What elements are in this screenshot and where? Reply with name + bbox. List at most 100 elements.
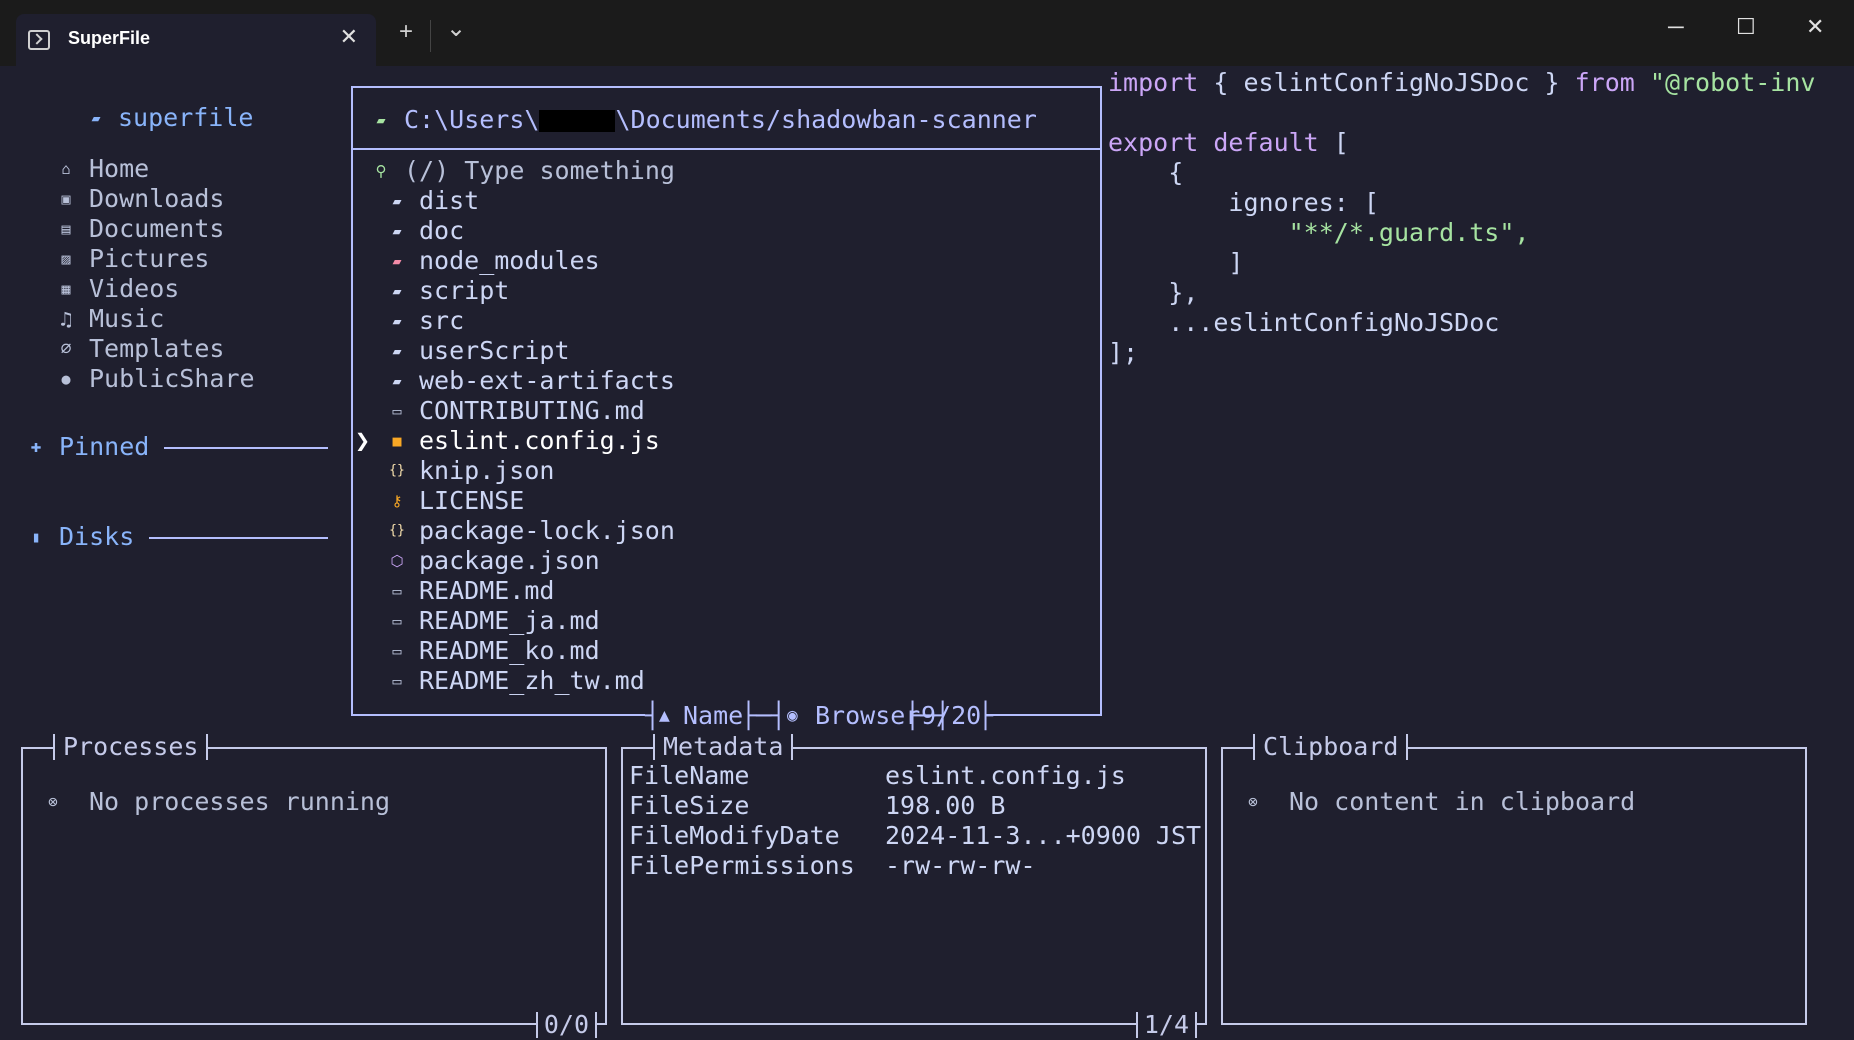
panel-footer: ┤ ▲ Name ├─┤ ◉ Browser ├─┤ 9/20 ├ — [645, 701, 994, 731]
code-token: "@robot-inv — [1649, 68, 1816, 97]
code-line: { — [1108, 158, 1183, 188]
file-name: LICENSE — [419, 486, 525, 515]
folder-icon: ▰ — [392, 312, 402, 330]
pin-icon: ✚ — [30, 436, 42, 457]
code-token: { — [1108, 158, 1184, 187]
toolbar-divider — [430, 20, 431, 52]
terminal-content: ▰ superfile ⌂ Home ▣ Downloads ▤ Documen… — [0, 66, 1854, 1040]
globe-icon: ● — [61, 370, 71, 388]
sidebar-item-label: Home — [89, 154, 150, 183]
sort-ascending-icon: ▲ — [659, 705, 670, 726]
js-icon: ■ — [392, 432, 402, 450]
sidebar-item-label: Music — [89, 304, 165, 333]
markdown-icon: ▭ — [392, 402, 402, 420]
code-line: ...eslintConfigNoJSDoc — [1108, 308, 1499, 338]
file-name: src — [419, 306, 465, 335]
markdown-icon: ▭ — [392, 642, 402, 660]
code-token: { eslintConfigNoJSDoc } — [1198, 68, 1575, 97]
code-token: import — [1108, 68, 1199, 97]
clipboard-title: Clipboard — [1253, 732, 1409, 762]
tab-close-button[interactable]: ✕ — [340, 24, 358, 50]
download-icon: ▣ — [61, 190, 71, 208]
file-name: README.md — [419, 576, 555, 605]
minimize-button[interactable]: ─ — [1668, 14, 1684, 40]
search-input[interactable]: (/) Type something — [404, 156, 675, 186]
file-name: web-ext-artifacts — [419, 366, 675, 395]
path-prefix: C:\Users\ — [404, 105, 540, 134]
window-close-button[interactable]: ✕ — [1806, 14, 1824, 40]
code-line: }, — [1108, 278, 1198, 308]
code-token: ignores: [ — [1108, 188, 1379, 217]
code-token: }, — [1108, 278, 1199, 307]
code-line: import { eslintConfigNoJSDoc } from "@ro… — [1108, 68, 1815, 98]
current-path: C:\Users\ \Documents/shadowban-scanner — [404, 105, 1037, 135]
code-line: ignores: [ — [1108, 188, 1379, 218]
folder-icon: ▰ — [392, 282, 402, 300]
metadata-key: FileModifyDate — [629, 821, 840, 850]
sort-label[interactable]: Name — [683, 701, 743, 731]
file-name: eslint.config.js — [419, 426, 660, 455]
sidebar-item-label: Documents — [89, 214, 225, 243]
document-icon: ▤ — [61, 220, 71, 238]
code-token: export default — [1108, 128, 1319, 157]
picture-icon: ▨ — [61, 250, 71, 268]
code-token: from — [1574, 68, 1635, 97]
disks-header: Disks — [59, 522, 135, 551]
file-name: README_ja.md — [419, 606, 600, 635]
processes-title: Processes — [53, 732, 209, 762]
video-icon: ▦ — [61, 280, 71, 298]
metadata-key: FileSize — [629, 791, 750, 820]
json-icon: {} — [389, 463, 405, 478]
folder-icon: ▰ — [392, 342, 402, 360]
code-line: ]; — [1108, 338, 1138, 368]
file-name: script — [419, 276, 510, 305]
folder-icon: ▰ — [392, 192, 402, 210]
sidebar-item-label: Downloads — [89, 184, 225, 213]
new-tab-button[interactable]: + — [399, 18, 413, 46]
tab-dropdown-button[interactable]: ⌄ — [446, 14, 466, 43]
code-token: "**/*.guard.ts", — [1288, 218, 1530, 247]
file-name: node_modules — [419, 246, 600, 275]
processes-panel[interactable]: Processes ⊗ No processes running 0/0 — [21, 732, 607, 1040]
powershell-icon — [28, 30, 50, 50]
disks-divider — [149, 537, 328, 539]
folder-icon: ▰ — [91, 109, 101, 127]
eye-icon: ◉ — [787, 705, 798, 726]
json-icon: {} — [389, 523, 405, 538]
file-panel[interactable]: ▰ C:\Users\ \Documents/shadowban-scanner … — [351, 86, 1102, 731]
tab-title: SuperFile — [68, 28, 151, 48]
file-name: dist — [419, 186, 480, 215]
terminal-tab[interactable]: SuperFile ✕ — [16, 14, 376, 66]
markdown-icon: ▭ — [392, 612, 402, 630]
processes-message: No processes running — [89, 787, 391, 816]
metadata-value: 198.00 B — [885, 791, 1006, 820]
file-name: package.json — [419, 546, 600, 575]
clipboard-message: No content in clipboard — [1289, 787, 1636, 816]
code-token: [ — [1318, 128, 1349, 157]
metadata-value: -rw-rw-rw- — [885, 851, 1036, 880]
path-divider — [353, 148, 1100, 150]
file-name: README_ko.md — [419, 636, 600, 665]
clipboard-panel[interactable]: Clipboard ⊗ No content in clipboard — [1221, 732, 1807, 1025]
info-icon: ⊗ — [1248, 792, 1258, 811]
file-name: doc — [419, 216, 465, 245]
folder-icon: ▰ — [392, 222, 402, 240]
key-icon: ⚷ — [391, 492, 403, 510]
selection-cursor-icon: ❯ — [355, 426, 371, 455]
metadata-panel[interactable]: Metadata FileName eslint.config.js FileSiz… — [621, 732, 1207, 1040]
npm-folder-icon: ▰ — [392, 252, 402, 270]
metadata-value: 2024-11-3...+0900 JST — [885, 821, 1202, 850]
music-icon: ♫ — [59, 307, 73, 331]
paperclip-icon: ⌀ — [60, 338, 72, 359]
markdown-icon: ▭ — [392, 672, 402, 690]
code-line: ] — [1108, 248, 1243, 278]
disk-icon: ▮ — [31, 528, 41, 546]
code-token: ]; — [1108, 338, 1139, 367]
sidebar-item-label: PublicShare — [89, 364, 255, 393]
path-suffix: \Documents/shadowban-scanner — [615, 105, 1037, 134]
pinned-divider — [164, 447, 328, 449]
maximize-button[interactable]: ☐ — [1736, 14, 1756, 40]
home-icon: ⌂ — [61, 160, 71, 178]
file-name: knip.json — [419, 456, 555, 485]
file-count: 9/20 — [921, 701, 982, 730]
